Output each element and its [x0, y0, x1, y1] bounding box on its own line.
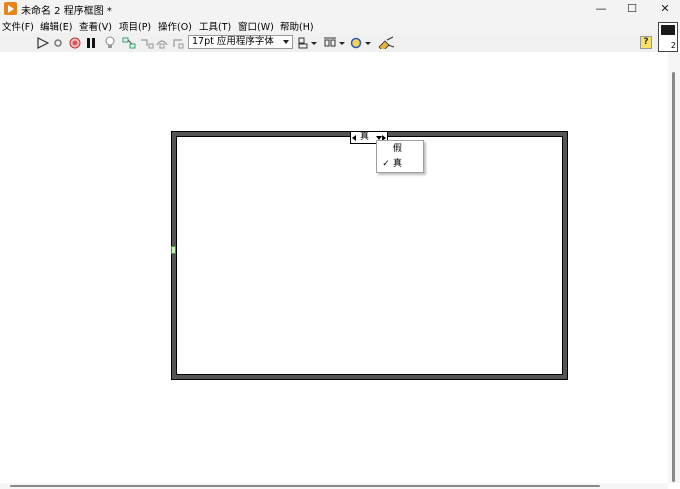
font-select[interactable]: 17pt 应用程序字体: [188, 35, 293, 49]
clean-up-diagram-icon[interactable]: [377, 36, 395, 49]
menu-file[interactable]: 文件(F): [2, 19, 34, 33]
case-selector-terminal[interactable]: [171, 246, 176, 254]
minimize-button[interactable]: —: [586, 0, 616, 17]
checkmark-icon: ✓: [382, 159, 390, 169]
step-into-icon[interactable]: [140, 36, 154, 49]
horizontal-scroll-thumb[interactable]: [10, 485, 600, 487]
toolbar: 17pt 应用程序字体 ?: [0, 33, 658, 53]
step-over-icon[interactable]: [156, 36, 170, 49]
align-objects-icon[interactable]: [298, 36, 318, 49]
vertical-scroll-thumb[interactable]: [672, 72, 675, 482]
menu-project[interactable]: 项目(P): [119, 19, 151, 33]
menu-help[interactable]: 帮助(H): [280, 19, 314, 33]
font-select-value: 17pt 应用程序字体: [192, 36, 274, 47]
vi-icon-screen: [661, 25, 675, 35]
menu-tools[interactable]: 工具(T): [199, 19, 231, 33]
run-arrow-icon[interactable]: [37, 36, 49, 49]
reorder-icon[interactable]: [350, 36, 372, 49]
case-option-true[interactable]: ✓ 真: [377, 157, 423, 171]
distribute-objects-icon[interactable]: [324, 36, 346, 49]
highlight-execution-bulb-icon[interactable]: [105, 36, 115, 49]
case-selector-value: 真: [360, 132, 370, 142]
case-options-popup: 假 ✓ 真: [376, 140, 424, 173]
case-structure-interior[interactable]: [176, 136, 563, 375]
abort-icon[interactable]: [69, 36, 81, 49]
case-option-label: 真: [393, 159, 403, 169]
run-continuously-icon[interactable]: [52, 36, 64, 49]
menu-edit[interactable]: 编辑(E): [40, 19, 72, 33]
menu-operate[interactable]: 操作(O): [158, 19, 192, 33]
case-option-false[interactable]: 假: [377, 142, 423, 156]
retain-wire-values-icon[interactable]: [122, 36, 136, 49]
vertical-scrollbar[interactable]: [668, 52, 680, 483]
vi-icon-number: 2: [670, 41, 676, 50]
title-bar: 未命名 2 程序框图 * — ☐ ✕: [0, 0, 680, 17]
maximize-button[interactable]: ☐: [617, 0, 647, 17]
decrement-arrow-icon[interactable]: [352, 135, 356, 141]
context-help-icon[interactable]: ?: [640, 36, 652, 49]
chevron-down-icon: [283, 40, 289, 44]
menu-window[interactable]: 窗口(W): [238, 19, 274, 33]
labview-app-icon: [4, 2, 17, 15]
close-button[interactable]: ✕: [650, 0, 680, 17]
vi-icon[interactable]: 2: [658, 22, 678, 52]
case-structure-frame[interactable]: [171, 131, 568, 380]
pause-icon[interactable]: [86, 36, 96, 49]
window-title: 未命名 2 程序框图 *: [21, 6, 112, 17]
case-option-label: 假: [393, 144, 403, 154]
horizontal-scrollbar[interactable]: [0, 483, 668, 489]
menu-bar: 文件(F) 编辑(E) 查看(V) 项目(P) 操作(O) 工具(T) 窗口(W…: [0, 17, 680, 33]
menu-view[interactable]: 查看(V): [79, 19, 112, 33]
step-out-icon[interactable]: [172, 36, 186, 49]
